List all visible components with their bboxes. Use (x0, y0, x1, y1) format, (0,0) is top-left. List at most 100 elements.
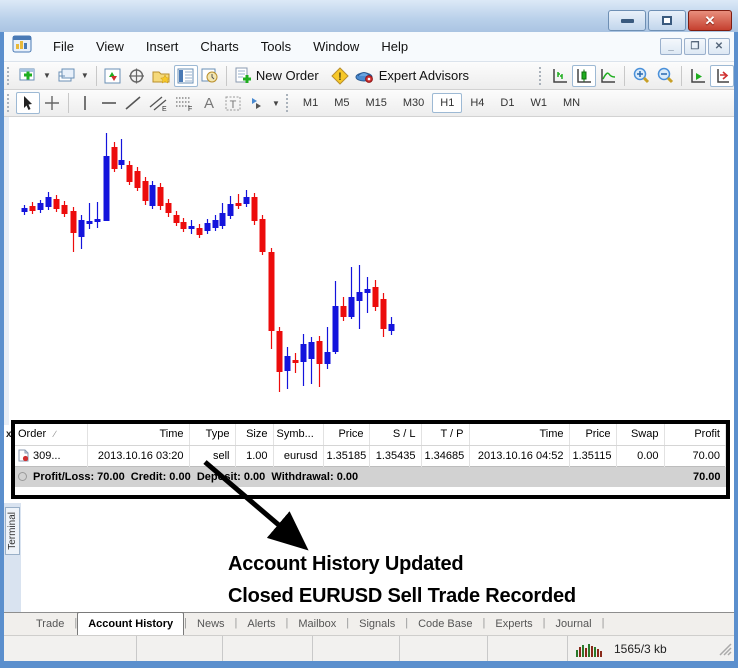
bar-chart-type-button[interactable] (548, 65, 572, 87)
balance-icon (18, 472, 27, 481)
data-window-icon (128, 68, 145, 84)
col-swap[interactable]: Swap (616, 424, 664, 445)
toolbar-handle[interactable] (286, 94, 291, 112)
candle (71, 207, 77, 252)
fibonacci-icon: F (174, 95, 194, 112)
toolbar-handle[interactable] (7, 94, 12, 112)
arrows-dropdown[interactable]: ▼ (269, 99, 283, 108)
timeframe-d1[interactable]: D1 (492, 93, 522, 113)
new-order-button[interactable]: New Order (231, 65, 328, 87)
trendline-button[interactable] (121, 92, 145, 114)
maximize-button[interactable] (648, 10, 686, 31)
menu-file[interactable]: File (42, 35, 85, 58)
col-symbol[interactable]: Symb... (273, 424, 323, 445)
timeframe-mn[interactable]: MN (555, 93, 588, 113)
strategy-tester-button[interactable] (198, 65, 222, 87)
toolbar-handle[interactable] (7, 67, 12, 85)
vertical-line-button[interactable] (73, 92, 97, 114)
timeframe-m1[interactable]: M1 (295, 93, 326, 113)
col-profit[interactable]: Profit (664, 424, 726, 445)
col-tp[interactable]: T / P (421, 424, 469, 445)
toolbar-handle[interactable] (539, 67, 544, 85)
table-row[interactable]: 309... 2013.10.16 03:20 sell 1.00 eurusd… (15, 445, 726, 466)
tab-code-base[interactable]: Code Base (408, 615, 482, 635)
tab-journal[interactable]: Journal (546, 615, 602, 635)
candle (252, 193, 258, 225)
horizontal-line-button[interactable] (97, 92, 121, 114)
timeframe-m30[interactable]: M30 (395, 93, 432, 113)
cursor-button[interactable] (16, 92, 40, 114)
timeframe-m5[interactable]: M5 (326, 93, 357, 113)
chart-close-button[interactable]: ✕ (708, 38, 730, 55)
arrows-icon (248, 95, 266, 111)
profiles-dropdown[interactable]: ▼ (78, 71, 92, 80)
col-type[interactable]: Type (189, 424, 235, 445)
candle (143, 177, 149, 205)
candle (150, 181, 156, 209)
sort-indicator: ∕ (46, 429, 56, 439)
text-button[interactable]: A (197, 92, 221, 114)
crosshair-button[interactable] (40, 92, 64, 114)
chart-shift-button[interactable] (710, 65, 734, 87)
menu-tools[interactable]: Tools (250, 35, 302, 58)
tab-trade[interactable]: Trade (26, 615, 74, 635)
arrows-button[interactable] (245, 92, 269, 114)
menu-insert[interactable]: Insert (135, 35, 190, 58)
candlestick-type-button[interactable] (572, 65, 596, 87)
tab-signals[interactable]: Signals (349, 615, 405, 635)
candlestick-icon (575, 68, 593, 84)
resize-grip[interactable] (718, 642, 732, 659)
chart-restore-button[interactable]: ❐ (684, 38, 706, 55)
close-button[interactable]: ✕ (688, 10, 732, 31)
candle (325, 327, 331, 369)
expert-advisors-button[interactable]: Expert Advisors (352, 65, 478, 87)
annotation-highlight-box: Order∕ Time Type Size Symb... Price S / … (11, 420, 730, 499)
text-label-button[interactable]: T (221, 92, 245, 114)
menu-help[interactable]: Help (370, 35, 419, 58)
equidistant-channel-button[interactable]: E (145, 92, 171, 114)
zoom-out-button[interactable] (653, 65, 677, 87)
navigator-button[interactable] (149, 65, 174, 87)
terminal-toggle-button[interactable] (174, 65, 198, 87)
timeframe-h1[interactable]: H1 (432, 93, 462, 113)
warning-icon: ! (331, 67, 349, 85)
table-header-row: Order∕ Time Type Size Symb... Price S / … (15, 424, 726, 445)
market-watch-button[interactable] (101, 65, 125, 87)
timeframe-m15[interactable]: M15 (357, 93, 394, 113)
menu-window[interactable]: Window (302, 35, 370, 58)
new-chart-dropdown[interactable]: ▼ (40, 71, 54, 80)
menu-charts[interactable]: Charts (189, 35, 249, 58)
tab-mailbox[interactable]: Mailbox (288, 615, 346, 635)
tab-experts[interactable]: Experts (485, 615, 542, 635)
profiles-button[interactable] (54, 65, 78, 87)
col-size[interactable]: Size (235, 424, 273, 445)
data-window-button[interactable] (125, 65, 149, 87)
col-order[interactable]: Order∕ (15, 424, 87, 445)
col-sl[interactable]: S / L (369, 424, 421, 445)
chart-area[interactable] (4, 117, 734, 425)
timeframe-w1[interactable]: W1 (522, 93, 555, 113)
tab-news[interactable]: News (187, 615, 235, 635)
metaquotes-alert-button[interactable]: ! (328, 65, 352, 87)
svg-text:T: T (230, 99, 237, 111)
menu-view[interactable]: View (85, 35, 135, 58)
tab-account-history[interactable]: Account History (77, 612, 184, 635)
candle (269, 248, 275, 349)
terminal-side-tab[interactable]: Terminal (5, 507, 20, 555)
fibonacci-button[interactable]: F (171, 92, 197, 114)
chart-minimize-button[interactable]: _ (660, 38, 682, 55)
line-chart-type-button[interactable] (596, 65, 620, 87)
col-open-price[interactable]: Price (323, 424, 369, 445)
zoom-in-button[interactable] (629, 65, 653, 87)
new-chart-button[interactable] (16, 65, 40, 87)
minimize-button[interactable] (608, 10, 646, 31)
tab-alerts[interactable]: Alerts (237, 615, 285, 635)
vertical-line-icon (78, 95, 92, 111)
candle (62, 201, 68, 217)
timeframe-h4[interactable]: H4 (462, 93, 492, 113)
col-open-time[interactable]: Time (87, 424, 189, 445)
auto-scroll-button[interactable] (686, 65, 710, 87)
col-close-price[interactable]: Price (569, 424, 616, 445)
navigator-icon (152, 68, 171, 84)
col-close-time[interactable]: Time (469, 424, 569, 445)
